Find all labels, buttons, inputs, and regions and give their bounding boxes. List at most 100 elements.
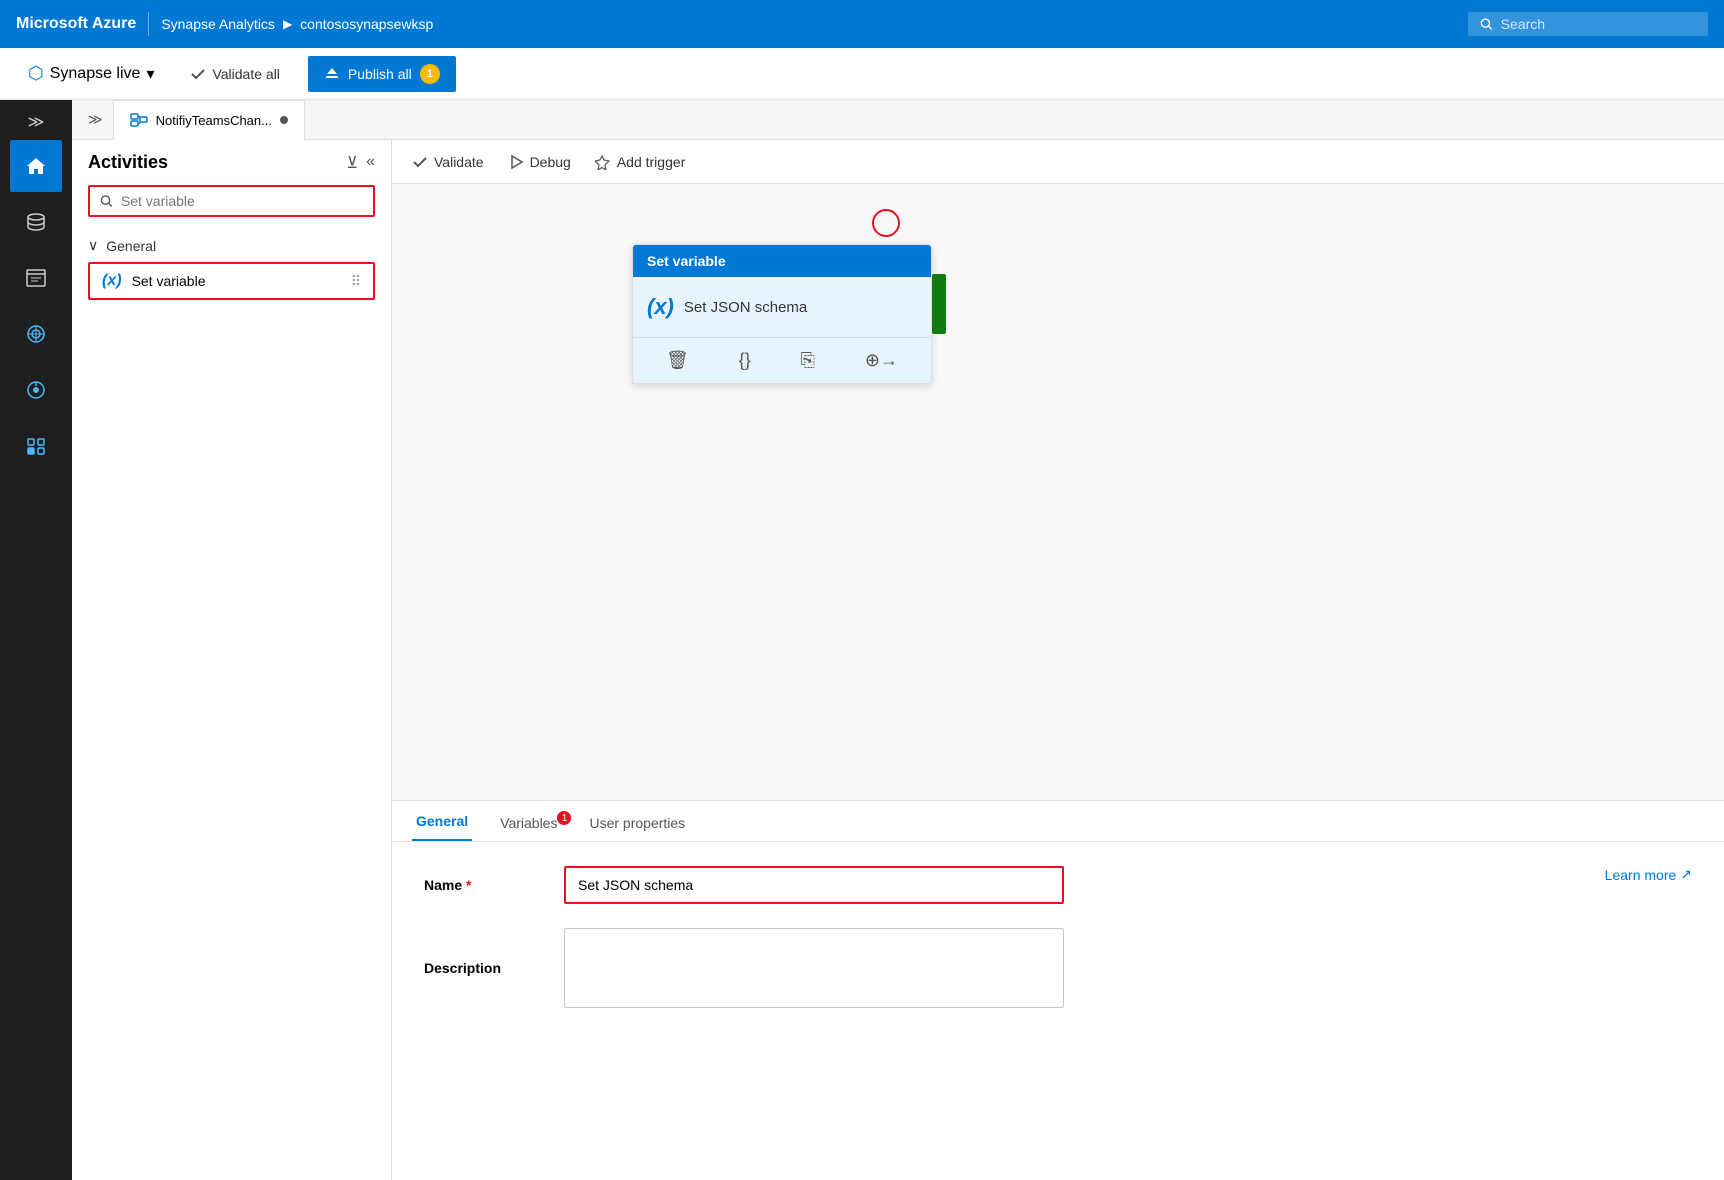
- start-trigger-circle[interactable]: [872, 209, 900, 237]
- sidebar-expand-button[interactable]: ≫: [10, 108, 62, 136]
- synapse-icon: ⬡: [28, 63, 44, 84]
- tab-expand-button[interactable]: ≫: [80, 107, 111, 132]
- activities-search-box[interactable]: [88, 185, 375, 217]
- name-input[interactable]: [568, 870, 1060, 900]
- debug-label: Debug: [530, 154, 571, 170]
- activity-variable-icon: (x): [102, 272, 122, 290]
- name-label: Name *: [424, 877, 544, 893]
- card-body: (x) Set JSON schema: [633, 277, 931, 337]
- publish-icon: [324, 66, 340, 82]
- set-variable-activity-item[interactable]: (x) Set variable ⠿: [88, 262, 375, 300]
- card-variable-icon: (x): [647, 294, 674, 320]
- integrate-icon: [25, 323, 47, 345]
- required-indicator: *: [466, 877, 471, 893]
- top-navigation: Microsoft Azure Synapse Analytics ▶ cont…: [0, 0, 1724, 48]
- tab-user-properties[interactable]: User properties: [585, 803, 689, 841]
- publish-all-button[interactable]: Publish all 1: [308, 56, 456, 92]
- synapse-dropdown-arrow: ▾: [146, 64, 154, 84]
- tab-variables-badge: 1: [557, 811, 571, 825]
- breadcrumb: Synapse Analytics ▶ contososynapsewksp: [161, 16, 433, 32]
- home-icon: [25, 155, 47, 177]
- pipeline-tab[interactable]: NotifiyTeamsChan...: [113, 100, 305, 140]
- card-activity-name: Set JSON schema: [684, 299, 807, 316]
- tab-variables[interactable]: Variables 1: [496, 803, 561, 841]
- activities-header: Activities ⊻ «: [72, 140, 391, 185]
- activity-output-handle[interactable]: [932, 274, 946, 334]
- brand-title: Microsoft Azure: [16, 15, 136, 33]
- debug-icon: [508, 154, 524, 170]
- manage-icon: [25, 435, 47, 457]
- learn-more-text: Learn more: [1605, 867, 1677, 883]
- workspace-row: Activities ⊻ « ∨ Gener: [72, 140, 1724, 1180]
- tab-general-label: General: [416, 813, 468, 829]
- breadcrumb-synapse[interactable]: Synapse Analytics: [161, 16, 275, 32]
- general-collapse-icon: ∨: [88, 237, 98, 254]
- activities-search-icon: [100, 194, 113, 208]
- activities-actions: ⊻ «: [346, 153, 375, 173]
- breadcrumb-arrow: ▶: [283, 17, 292, 31]
- sidebar-icons: ≫: [0, 100, 72, 1180]
- add-trigger-button[interactable]: Add trigger: [595, 154, 685, 170]
- card-header: Set variable: [633, 245, 931, 277]
- expand-icon[interactable]: «: [366, 153, 375, 173]
- bottom-tab-bar: General Variables 1 User properties: [392, 801, 1724, 842]
- activities-search-input[interactable]: [121, 193, 363, 209]
- publish-all-label: Publish all: [348, 66, 412, 82]
- sidebar-item-data[interactable]: [10, 196, 62, 248]
- card-navigate-icon[interactable]: ⊕→: [857, 346, 906, 375]
- activity-label: Set variable: [132, 273, 206, 289]
- card-code-icon[interactable]: {}: [731, 346, 759, 375]
- develop-icon: [25, 267, 47, 289]
- publish-badge: 1: [420, 64, 440, 84]
- nav-divider: [148, 12, 149, 36]
- tab-user-properties-label: User properties: [589, 815, 685, 831]
- search-bar[interactable]: [1468, 12, 1708, 36]
- card-actions: 🗑 {} ⎘ ⊕→: [633, 337, 931, 383]
- sidebar-item-manage[interactable]: [10, 420, 62, 472]
- validate-all-label: Validate all: [212, 66, 279, 82]
- validate-icon: [190, 66, 206, 82]
- data-icon: [25, 211, 47, 233]
- pipeline-tab-name: NotifiyTeamsChan...: [156, 113, 272, 128]
- sidebar-item-home[interactable]: [10, 140, 62, 192]
- tab-general[interactable]: General: [412, 801, 472, 841]
- synapse-live-dropdown[interactable]: ⬡ Synapse live ▾: [20, 57, 162, 90]
- breadcrumb-workspace[interactable]: contososynapsewksp: [300, 16, 433, 32]
- general-section-header[interactable]: ∨ General: [88, 237, 375, 254]
- card-delete-icon[interactable]: 🗑: [658, 346, 697, 375]
- validate-all-button[interactable]: Validate all: [182, 60, 287, 88]
- search-input[interactable]: [1501, 16, 1696, 32]
- sidebar-item-monitor[interactable]: [10, 364, 62, 416]
- content-area: ≫ NotifiyTeamsChan... Activities: [72, 100, 1724, 1180]
- description-label: Description: [424, 960, 544, 976]
- card-copy-icon[interactable]: ⎘: [793, 346, 823, 375]
- tab-bar: ≫ NotifiyTeamsChan...: [72, 100, 1724, 140]
- sidebar-item-integrate[interactable]: [10, 308, 62, 360]
- learn-more-link[interactable]: Learn more ↗: [1605, 866, 1692, 883]
- description-input[interactable]: [564, 928, 1064, 1008]
- drag-handle[interactable]: ⠿: [351, 273, 361, 290]
- sidebar-item-develop[interactable]: [10, 252, 62, 304]
- add-trigger-label: Add trigger: [617, 154, 685, 170]
- name-form-row: Name *: [424, 866, 1692, 904]
- validate-button[interactable]: Validate: [412, 154, 484, 170]
- pipeline-tab-icon: [130, 113, 148, 127]
- synapse-live-label: Synapse live: [50, 65, 141, 83]
- tab-unsaved-indicator: [280, 116, 288, 124]
- name-input-wrapper: [564, 866, 1064, 904]
- learn-more-icon: ↗: [1680, 866, 1692, 883]
- general-label: General: [106, 238, 156, 254]
- activities-panel: Activities ⊻ « ∨ Gener: [72, 140, 392, 1180]
- activities-title: Activities: [88, 152, 168, 173]
- set-variable-card[interactable]: Set variable (x) Set JSON schema 🗑 {} ⎘ …: [632, 244, 932, 384]
- collapse-icon[interactable]: ⊻: [346, 153, 358, 173]
- validate-pipeline-icon: [412, 154, 428, 170]
- form-area: Learn more ↗ Name *: [392, 842, 1724, 1180]
- validate-label: Validate: [434, 154, 484, 170]
- main-toolbar: ⬡ Synapse live ▾ Validate all Publish al…: [0, 48, 1724, 100]
- debug-button[interactable]: Debug: [508, 154, 571, 170]
- search-icon: [1480, 17, 1493, 31]
- pipeline-canvas[interactable]: Set variable (x) Set JSON schema 🗑 {} ⎘ …: [392, 184, 1724, 800]
- pipeline-toolbar: Validate Debug Add trigger: [392, 140, 1724, 184]
- description-form-row: Description: [424, 928, 1692, 1008]
